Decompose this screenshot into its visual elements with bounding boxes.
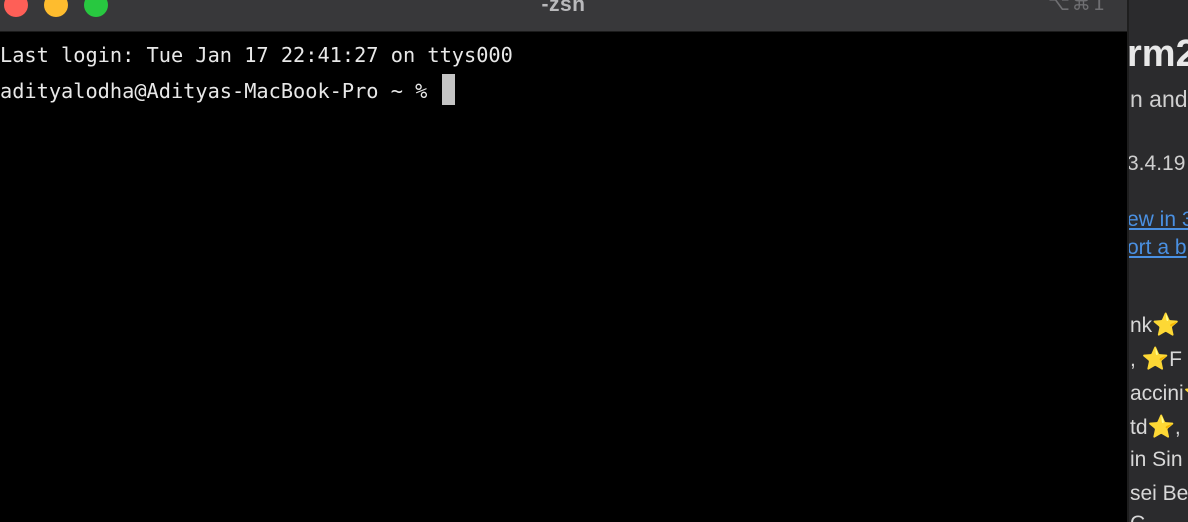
star-icon: ⭐ xyxy=(1141,346,1170,371)
doc-credit-row: nk⭐ xyxy=(1130,312,1180,338)
text-cursor xyxy=(441,74,455,105)
doc-subtitle: n and xyxy=(1130,86,1188,112)
doc-link-report-bug[interactable]: ort a b xyxy=(1129,236,1187,260)
last-login-line: Last login: Tue Jan 17 22:41:27 on ttys0… xyxy=(0,43,513,67)
terminal-output[interactable]: Last login: Tue Jan 17 22:41:27 on ttys0… xyxy=(0,33,1127,522)
doc-credit-row: td⭐, xyxy=(1130,414,1181,439)
doc-credit-text: , xyxy=(1130,348,1142,371)
doc-credit-text: nk xyxy=(1130,314,1153,337)
doc-credit-row: accini⭐ xyxy=(1130,380,1188,406)
doc-link-whats-new[interactable]: ew in 3 xyxy=(1129,208,1188,232)
doc-credit-text: td xyxy=(1130,416,1148,439)
window-title: -zsh xyxy=(541,0,586,16)
prompt-line[interactable]: adityalodha@Adityas-MacBook-Pro ~ % xyxy=(0,74,455,106)
title-bar[interactable]: -zsh ⌥⌘1 xyxy=(0,0,1127,32)
window-shortcut: ⌥⌘1 xyxy=(1048,0,1107,15)
doc-version: 3.4.19 xyxy=(1127,152,1186,175)
doc-credit-row: sei Be xyxy=(1130,482,1188,505)
star-icon: ⭐ xyxy=(1184,380,1188,405)
doc-credit-row: C xyxy=(1130,512,1145,522)
doc-credit-text: accini xyxy=(1130,382,1184,405)
terminal-window[interactable]: -zsh ⌥⌘1 Last login: Tue Jan 17 22:41:27… xyxy=(0,0,1127,522)
doc-credit-row: , ⭐F xyxy=(1130,346,1182,371)
doc-heading: rm2 xyxy=(1127,33,1188,75)
star-icon: ⭐ xyxy=(1152,312,1180,337)
doc-credit-row: in Sin xyxy=(1130,448,1183,471)
shell-prompt: adityalodha@Adityas-MacBook-Pro ~ % xyxy=(0,79,440,103)
star-icon: ⭐ xyxy=(1147,414,1175,439)
background-document-window[interactable]: rm2 n and 3.4.19 ew in 3 ort a b nk⭐ , ⭐… xyxy=(1127,0,1188,522)
